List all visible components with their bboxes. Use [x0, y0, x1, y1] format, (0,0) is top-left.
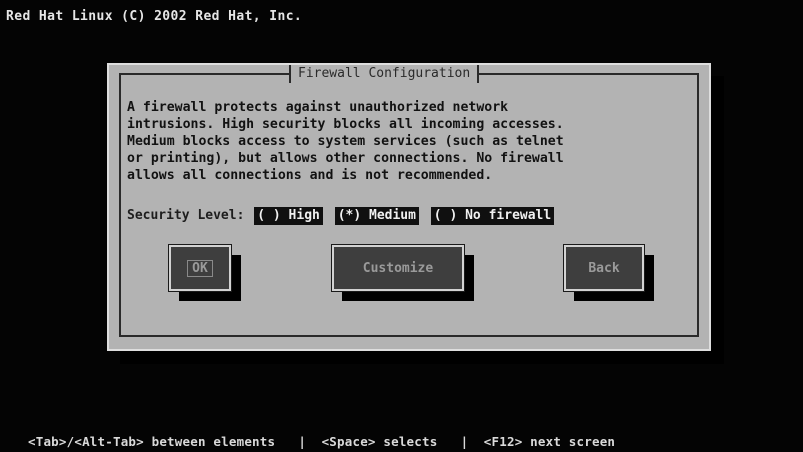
customize-button[interactable]: Customize — [331, 244, 465, 292]
radio-no-firewall[interactable]: ( ) No firewall — [430, 207, 555, 225]
security-level-row: Security Level: ( ) High (*) Medium ( ) … — [127, 207, 558, 225]
customize-button-label: Customize — [362, 260, 434, 276]
firewall-description: A firewall protects against unauthorized… — [127, 100, 564, 183]
radio-high[interactable]: ( ) High — [254, 207, 323, 225]
console-screen: Red Hat Linux (C) 2002 Red Hat, Inc. Fir… — [0, 0, 803, 452]
ok-button[interactable]: OK — [168, 244, 232, 292]
dialog-title: Firewall Configuration — [289, 65, 480, 83]
back-button[interactable]: Back — [563, 244, 645, 292]
security-level-label: Security Level: — [127, 208, 245, 223]
radio-medium[interactable]: (*) Medium — [334, 207, 419, 225]
back-button-label: Back — [588, 260, 620, 276]
ok-button-label: OK — [187, 259, 213, 277]
top-banner: Red Hat Linux (C) 2002 Red Hat, Inc. — [6, 9, 303, 24]
firewall-dialog: Firewall Configuration A firewall protec… — [107, 63, 711, 351]
keyboard-help-line: <Tab>/<Alt-Tab> between elements | <Spac… — [28, 434, 616, 449]
